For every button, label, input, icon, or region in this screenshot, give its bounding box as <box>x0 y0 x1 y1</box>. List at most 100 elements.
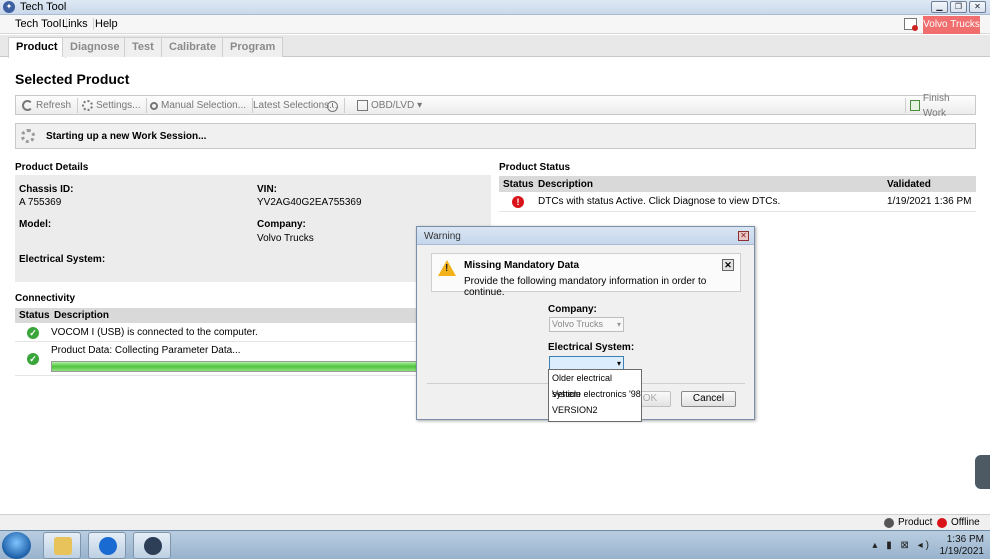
refresh-button[interactable]: Refresh <box>22 98 79 113</box>
gear-icon <box>82 100 93 111</box>
obd-dropdown-button[interactable]: OBD/LVD ▾ <box>357 98 428 113</box>
product-icon <box>884 517 894 528</box>
company-select: Volvo Trucks ▾ <box>549 317 624 332</box>
tab-calibrate[interactable]: Calibrate <box>161 37 225 57</box>
column-validated: Validated <box>887 179 931 190</box>
company-value: Volvo Trucks <box>257 233 314 244</box>
notification-icon[interactable] <box>904 18 918 31</box>
tab-diagnose[interactable]: Diagnose <box>62 37 128 57</box>
option-version2[interactable]: VERSION2 <box>549 402 641 418</box>
finish-work-label: Finish Work <box>922 92 950 119</box>
app-icon: ✦ <box>3 1 15 13</box>
chassis-id-value: A 755369 <box>19 197 62 208</box>
product-status-table: Status Description Validated ! DTCs with… <box>499 176 976 212</box>
status-description: DTCs with status Active. Click Diagnose … <box>538 196 781 207</box>
finish-work-icon <box>910 100 920 111</box>
folder-icon <box>54 537 72 555</box>
electrical-system-field-label: Electrical System: <box>548 342 635 353</box>
column-status: Status <box>19 310 50 321</box>
option-vehicle-electronics-98[interactable]: Vehicle electronics '98 <box>549 386 641 402</box>
window-title: Tech Tool <box>20 1 67 13</box>
tab-test[interactable]: Test <box>124 37 162 57</box>
taskbar: ▴ ▮ ⊠ ◂) 1:36 PM 1/19/2021 <box>0 530 990 559</box>
cancel-button[interactable]: Cancel <box>681 391 736 407</box>
message-dismiss-button[interactable]: ✕ <box>722 259 734 271</box>
table-row[interactable]: ! DTCs with status Active. Click Diagnos… <box>499 192 976 212</box>
region-badge[interactable]: Volvo Trucks <box>923 16 980 34</box>
electrical-system-options: Older electrical system Vehicle electron… <box>548 369 642 422</box>
dialog-titlebar: Warning ✕ <box>417 227 754 245</box>
menu-help[interactable]: Help <box>90 18 123 30</box>
finish-work-button[interactable]: Finish Work <box>905 93 975 119</box>
company-field-label: Company: <box>548 304 597 315</box>
loading-spinner-icon <box>21 129 35 143</box>
teamviewer-icon <box>99 537 117 555</box>
table-row[interactable]: ✓ VOCOM I (USB) is connected to the comp… <box>15 323 418 342</box>
settings-label: Settings... <box>96 100 141 111</box>
obd-label: OBD/LVD <box>371 100 415 111</box>
progress-fill <box>52 362 417 371</box>
collection-progress-bar <box>51 361 418 372</box>
product-status-indicator[interactable]: Product <box>884 517 932 528</box>
latest-selections-label: Latest Selections... <box>253 100 338 111</box>
window-controls: ▁ ❐ ✕ <box>931 1 986 13</box>
check-icon: ✓ <box>27 353 39 365</box>
table-header: Status Description <box>15 308 418 323</box>
window-titlebar: ✦ Tech Tool ▁ ❐ ✕ <box>0 0 990 15</box>
offline-icon <box>937 517 947 528</box>
tech-tool-icon <box>144 537 162 555</box>
settings-button[interactable]: Settings... <box>82 98 148 113</box>
toolbar: Refresh Settings... Manual Selection... … <box>15 93 976 119</box>
connectivity-table: Status Description ✓ VOCOM I (USB) is co… <box>15 308 418 376</box>
company-select-value: Volvo Trucks <box>552 319 604 329</box>
latest-selections-button[interactable]: Latest Selections... <box>253 98 345 113</box>
chevron-down-icon: ▾ <box>417 100 423 111</box>
menu-links[interactable]: Links <box>57 18 94 30</box>
taskbar-teamviewer[interactable] <box>88 532 126 559</box>
system-tray-icons[interactable]: ▴ ▮ ⊠ ◂) <box>872 540 932 551</box>
manual-selection-button[interactable]: Manual Selection... <box>150 98 254 113</box>
message-box: Missing Mandatory Data Provide the follo… <box>431 253 741 298</box>
restore-button[interactable]: ❐ <box>950 1 967 13</box>
obd-icon <box>357 100 368 111</box>
tab-bar: Product Diagnose Test Calibrate Program <box>0 35 990 58</box>
offline-indicator-label: Offline <box>951 517 980 528</box>
search-icon <box>150 101 158 110</box>
manual-selection-label: Manual Selection... <box>161 100 247 111</box>
model-label: Model: <box>19 219 52 230</box>
offline-indicator[interactable]: Offline <box>937 517 980 528</box>
table-row[interactable]: ✓ Product Data: Collecting Parameter Dat… <box>15 342 418 376</box>
close-button[interactable]: ✕ <box>969 1 986 13</box>
connectivity-heading: Connectivity <box>15 293 76 304</box>
warning-icon <box>438 260 456 276</box>
dialog-close-button[interactable]: ✕ <box>738 231 749 241</box>
option-older-electrical-system[interactable]: Older electrical system <box>549 370 641 399</box>
bottom-status-bar: Product Offline <box>0 514 990 530</box>
clock-date: 1/19/2021 <box>939 546 985 557</box>
taskbar-tech-tool[interactable] <box>133 532 171 559</box>
table-header: Status Description Validated <box>499 176 976 192</box>
taskbar-clock[interactable]: 1:36 PM 1/19/2021 <box>940 534 985 558</box>
status-validated: 1/19/2021 1:36 PM <box>887 196 972 207</box>
product-indicator-label: Product <box>898 517 933 528</box>
electrical-system-label: Electrical System: <box>19 254 106 265</box>
side-panel-handle[interactable] <box>975 455 990 489</box>
column-description: Description <box>538 179 594 190</box>
clock-icon <box>326 101 338 112</box>
error-icon: ! <box>512 196 524 208</box>
taskbar-explorer[interactable] <box>43 532 81 559</box>
tab-program[interactable]: Program <box>222 37 284 57</box>
minimize-button[interactable]: ▁ <box>931 1 948 13</box>
tab-product[interactable]: Product <box>8 37 66 58</box>
start-button[interactable] <box>2 532 31 559</box>
menu-bar: Tech Tool Links Help <box>0 15 990 34</box>
check-icon: ✓ <box>27 327 39 339</box>
company-label: Company: <box>257 219 306 230</box>
chevron-down-icon: ▾ <box>616 320 621 329</box>
product-data-description: Product Data: Collecting Parameter Data.… <box>51 345 241 356</box>
dialog-title: Warning <box>424 231 461 242</box>
column-status: Status <box>503 179 534 190</box>
column-description: Description <box>54 310 110 321</box>
page-title: Selected Product <box>15 71 130 87</box>
refresh-label: Refresh <box>36 100 72 111</box>
